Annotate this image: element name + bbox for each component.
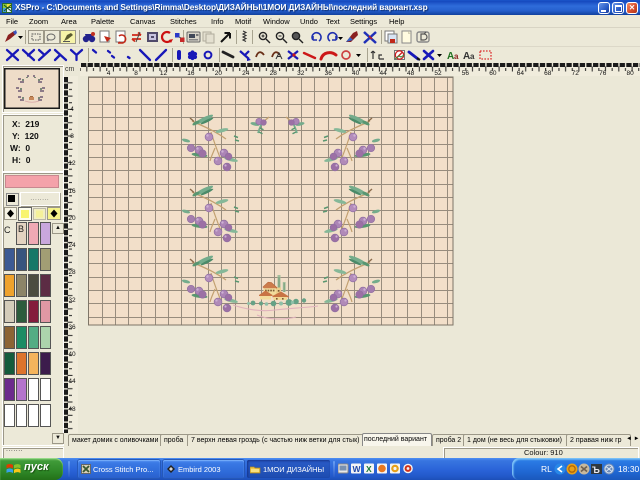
svg-text:a: a xyxy=(454,52,459,61)
svg-text:80: 80 xyxy=(626,70,634,77)
svg-text:32: 32 xyxy=(297,70,305,77)
svg-text:a: a xyxy=(470,52,475,61)
svg-text:64: 64 xyxy=(517,70,525,77)
svg-text:44: 44 xyxy=(68,378,76,385)
svg-text:48: 48 xyxy=(407,70,415,77)
svg-text:52: 52 xyxy=(434,70,442,77)
svg-text:12: 12 xyxy=(68,160,76,167)
svg-text:cm: cm xyxy=(65,66,75,73)
svg-text:B: B xyxy=(18,224,24,234)
svg-text:12: 12 xyxy=(160,70,168,77)
svg-text:16: 16 xyxy=(187,70,195,77)
svg-text:16: 16 xyxy=(68,188,76,195)
svg-text:20: 20 xyxy=(215,70,223,77)
svg-text:8: 8 xyxy=(70,133,74,140)
svg-text:24: 24 xyxy=(68,242,76,249)
svg-text:20: 20 xyxy=(68,215,76,222)
svg-text:36: 36 xyxy=(68,324,76,331)
svg-text:X: X xyxy=(366,464,372,474)
svg-text:4: 4 xyxy=(70,106,74,113)
svg-text:44: 44 xyxy=(379,70,387,77)
svg-text:40: 40 xyxy=(352,70,360,77)
svg-text:W: W xyxy=(353,464,362,474)
svg-text:36: 36 xyxy=(325,70,333,77)
svg-text:60: 60 xyxy=(489,70,497,77)
svg-text:76: 76 xyxy=(599,70,607,77)
svg-text:28: 28 xyxy=(68,269,76,276)
svg-text:8: 8 xyxy=(134,70,138,77)
svg-text:56: 56 xyxy=(462,70,470,77)
svg-text:48: 48 xyxy=(68,406,76,413)
svg-text:72: 72 xyxy=(572,70,580,77)
svg-text:28: 28 xyxy=(270,70,278,77)
svg-text:Ъ: Ъ xyxy=(592,465,600,475)
svg-text:68: 68 xyxy=(544,70,552,77)
svg-text:32: 32 xyxy=(68,297,76,304)
svg-text:24: 24 xyxy=(242,70,250,77)
svg-text:40: 40 xyxy=(68,351,76,358)
svg-text:4: 4 xyxy=(107,70,111,77)
